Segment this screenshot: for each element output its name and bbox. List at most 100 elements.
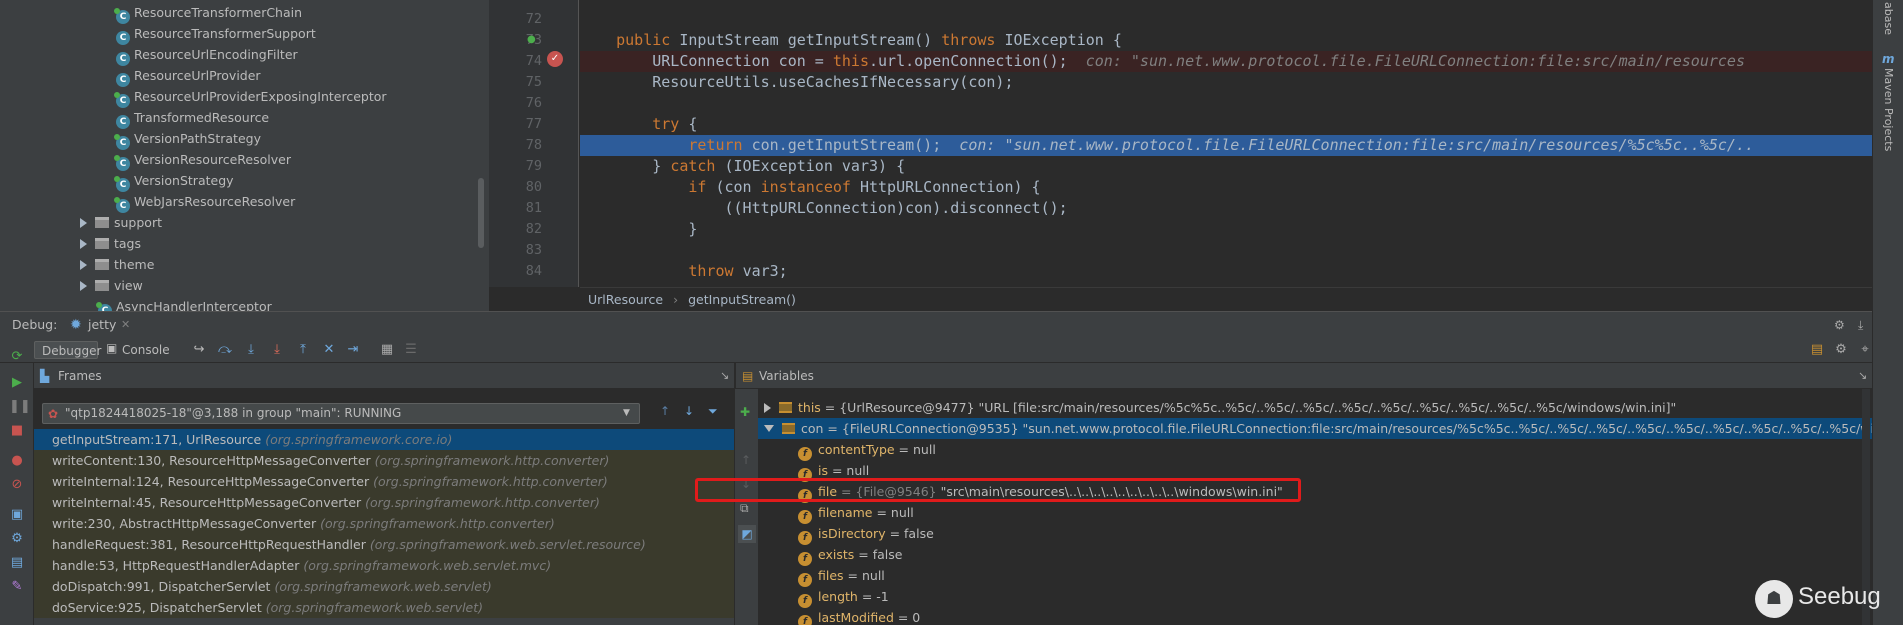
tab-debugger[interactable]: Debugger (34, 341, 101, 359)
run-config-tab[interactable]: jetty (88, 312, 116, 338)
tree-package-label: theme (114, 257, 155, 272)
tree-package[interactable]: view (80, 275, 143, 296)
mute-breakpoints-icon[interactable]: ⊘ (9, 477, 25, 493)
frame-row[interactable]: writeInternal:45, ResourceHttpMessageCon… (34, 492, 734, 513)
new-watch-icon[interactable]: ✚ (740, 405, 750, 419)
frame-row[interactable]: handleRequest:381, ResourceHttpRequestHa… (34, 534, 734, 555)
pin-tab-icon[interactable]: ✎ (9, 579, 25, 595)
field-row[interactable]: f filename = null (758, 502, 1872, 524)
copy-icon[interactable]: ⧉ (740, 501, 749, 516)
variable-row-selected[interactable]: con = {FileURLConnection@9535} "sun.net.… (758, 418, 1872, 439)
frame-package: (org.springframework.http.converter) (320, 516, 555, 531)
frame-row[interactable]: writeContent:130, ResourceHttpMessageCon… (34, 450, 734, 471)
drop-frame-icon[interactable]: ✕ (320, 341, 338, 359)
run-to-cursor-icon[interactable]: ⇥ (344, 341, 362, 359)
expand-arrow-icon[interactable] (80, 218, 87, 228)
tree-package[interactable]: tags (80, 233, 141, 254)
pin-icon[interactable]: ⌖ (1856, 341, 1874, 359)
field-icon: f (798, 615, 812, 625)
frame-row[interactable]: getInputStream:171, UrlResource (org.spr… (34, 429, 734, 450)
tree-item-label: ResourceUrlProviderExposingInterceptor (134, 89, 387, 104)
frames-icon: ▙ (40, 369, 50, 383)
expand-arrow-icon[interactable] (80, 260, 87, 270)
restore-icon[interactable]: ↘ (1858, 363, 1867, 389)
expand-arrow-icon[interactable] (80, 239, 87, 249)
frame-row[interactable]: write:230, AbstractHttpMessageConverter … (34, 513, 734, 534)
tree-scrollbar[interactable] (478, 178, 484, 248)
line-number: 74 (525, 53, 542, 69)
step-into-icon[interactable]: ⤓ (242, 341, 260, 359)
breakpoint-icon[interactable]: ✓ (547, 51, 563, 67)
layout-icon[interactable]: ▤ (9, 555, 25, 571)
field-row[interactable]: f exists = false (758, 544, 1872, 566)
stop-icon[interactable]: ■ (9, 423, 25, 439)
get-thread-dump-icon[interactable]: ▣ (9, 507, 25, 523)
expand-arrow-icon[interactable] (80, 281, 87, 291)
chevron-down-icon[interactable]: ▼ (623, 404, 630, 423)
field-row[interactable]: f isDirectory = false (758, 523, 1872, 545)
view-breakpoints-icon[interactable]: ● (9, 453, 25, 469)
tree-item[interactable]: C ResourceUrlEncodingFilter (116, 44, 298, 66)
previous-frame-icon[interactable]: ↑ (660, 404, 670, 418)
settings-gear-icon[interactable]: ⚙ (1834, 312, 1845, 338)
next-frame-icon[interactable]: ↓ (684, 404, 694, 418)
frame-row[interactable]: writeInternal:124, ResourceHttpMessageCo… (34, 471, 734, 492)
frame-row[interactable]: handle:53, HttpRequestHandlerAdapter (or… (34, 555, 734, 576)
collapse-arrow-icon[interactable] (764, 425, 774, 432)
rerun-icon[interactable]: ⟳ (9, 349, 25, 365)
step-over-icon[interactable]: ⤼ (216, 341, 234, 359)
show-execution-point-icon[interactable]: ↪ (190, 341, 208, 359)
frame-row[interactable]: doDispatch:991, DispatcherServlet (org.s… (34, 576, 734, 597)
variable-row[interactable]: this = {UrlResource@9477} "URL [file:src… (758, 397, 1872, 418)
field-row[interactable]: f length = -1 (758, 586, 1872, 608)
tree-item[interactable]: C VersionPathStrategy (114, 128, 261, 150)
tree-item[interactable]: C AsyncHandlerInterceptor (96, 296, 272, 311)
restore-layout-icon[interactable]: ▤ (1808, 341, 1826, 359)
thread-selector-value: "qtp1824418025-18"@3,188 in group "main"… (65, 406, 402, 420)
seebug-logo-icon: ☗ (1755, 580, 1793, 618)
code-token: catch (670, 157, 725, 175)
frame-row[interactable]: doService:925, DispatcherServlet (org.sp… (34, 597, 734, 618)
tree-item[interactable]: C ResourceTransformerChain (114, 2, 302, 24)
trace-icon[interactable]: ☰ (402, 341, 420, 359)
move-up-icon[interactable]: ↑ (741, 453, 751, 467)
breadcrumb-method[interactable]: getInputStream() (688, 292, 796, 307)
close-icon[interactable]: ✕ (121, 312, 130, 338)
code-editor[interactable]: public InputStream getInputStream() thro… (580, 0, 1872, 287)
code-token: throws (941, 31, 1005, 49)
evaluate-expression-icon[interactable]: ▦ (378, 341, 396, 359)
pause-icon[interactable]: ❚❚ (9, 399, 31, 415)
tree-item[interactable]: C VersionStrategy (114, 170, 234, 192)
resume-icon[interactable]: ▶ (9, 375, 25, 391)
field-icon: f (798, 447, 812, 461)
restore-icon[interactable]: ↘ (720, 363, 729, 389)
tree-item[interactable]: C VersionResourceResolver (114, 149, 291, 171)
filter-icon[interactable]: ⏷ (708, 404, 718, 419)
code-line-79: } catch (IOException var3) { (580, 156, 1872, 177)
gear-icon[interactable]: ⚙ (9, 531, 25, 547)
settings-icon[interactable]: ⚙ (1832, 341, 1850, 359)
tree-item-label: VersionResourceResolver (134, 152, 291, 167)
field-row[interactable]: f lastModified = 0 (758, 607, 1872, 625)
tab-console[interactable]: Console (122, 341, 184, 359)
hide-panel-icon[interactable]: ⤓ (1858, 312, 1863, 338)
database-tool-tab[interactable]: abase (1882, 2, 1895, 35)
implements-icon[interactable]: ● (527, 34, 537, 46)
expand-arrow-icon[interactable] (764, 403, 771, 413)
tree-item[interactable]: C TransformedResource (116, 107, 269, 129)
tree-item[interactable]: C ResourceTransformerSupport (116, 23, 316, 45)
maven-projects-tab[interactable]: Maven Projects (1882, 68, 1895, 151)
field-row[interactable]: f contentType = null (758, 439, 1872, 461)
tree-item[interactable]: C ResourceUrlProviderExposingInterceptor (114, 86, 387, 108)
force-step-into-icon[interactable]: ⤓ (268, 341, 286, 359)
field-row[interactable]: f files = null (758, 565, 1872, 587)
tree-package[interactable]: theme (80, 254, 154, 275)
tree-item[interactable]: C WebJarsResourceResolver (114, 191, 295, 213)
breadcrumb-class[interactable]: UrlResource (588, 292, 663, 307)
step-out-icon[interactable]: ⤒ (294, 341, 312, 359)
thread-selector[interactable]: ✿ "qtp1824418025-18"@3,188 in group "mai… (42, 403, 640, 424)
show-watches-icon[interactable]: ◩ (738, 525, 756, 543)
tree-package[interactable]: support (80, 212, 162, 233)
gear-icon: ✹ (70, 317, 82, 333)
tree-item[interactable]: C ResourceUrlProvider (116, 65, 261, 87)
